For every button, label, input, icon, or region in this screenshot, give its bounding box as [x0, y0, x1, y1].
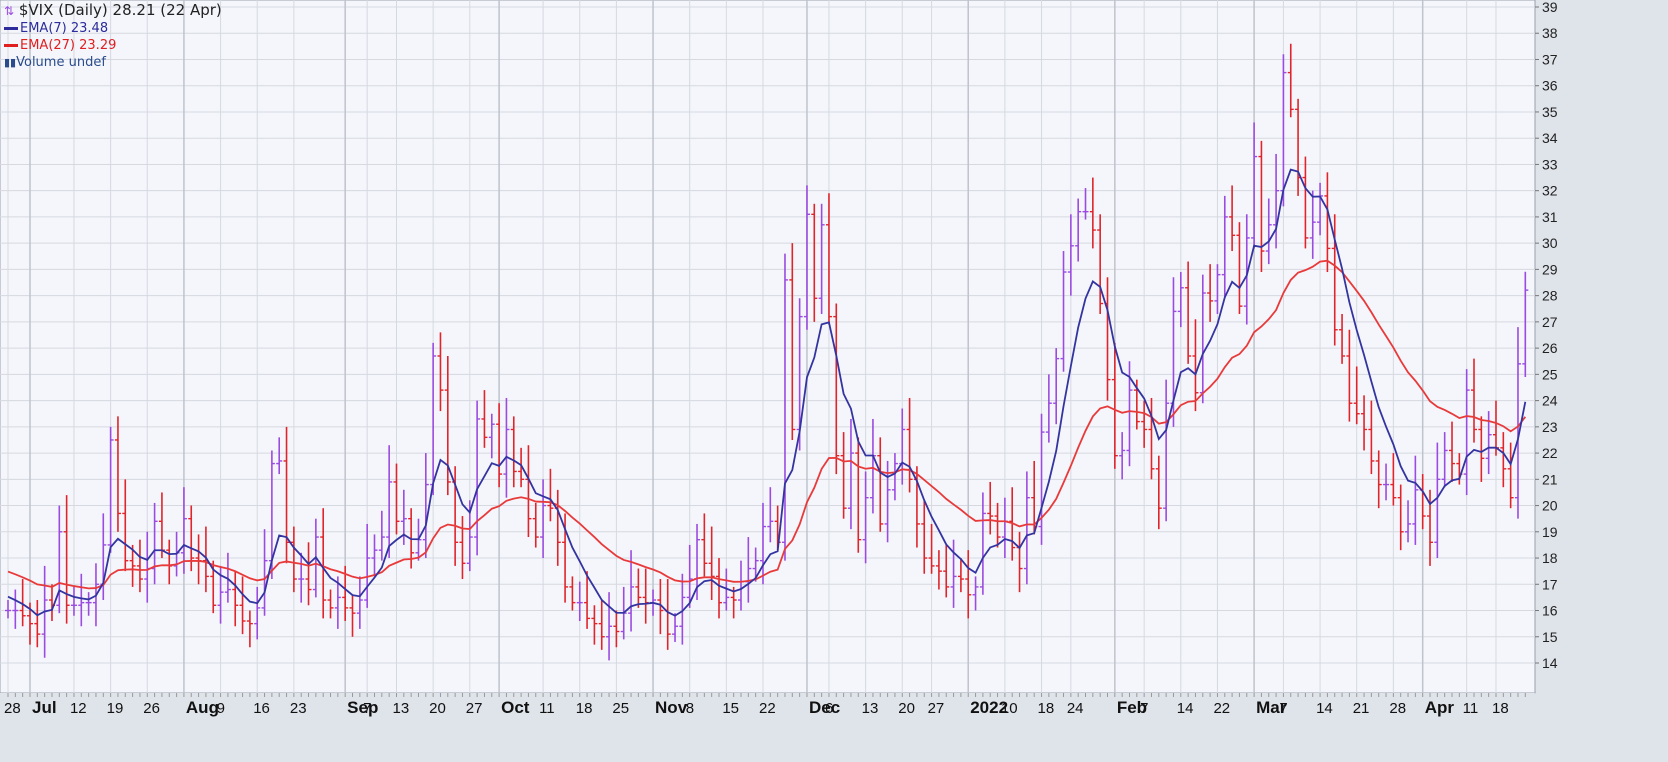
x-tick-label: 11	[539, 700, 555, 717]
x-tick-label: 24	[1067, 700, 1084, 717]
legend-ema27: EMA(27) 23.29	[4, 37, 222, 54]
y-tick-label: 25	[1542, 366, 1558, 382]
x-tick-label: 22	[1213, 700, 1230, 717]
x-tick-label: 26	[143, 700, 160, 717]
y-tick-label: 20	[1542, 498, 1558, 514]
y-tick-label: 18	[1542, 550, 1558, 566]
x-tick-label: 12	[70, 700, 87, 717]
x-tick-label: 16	[253, 700, 270, 717]
x-tick-label: 11	[1463, 700, 1479, 717]
x-tick-label: 27	[466, 700, 483, 717]
x-tick-label: 25	[612, 700, 629, 717]
x-tick-label: 22	[759, 700, 776, 717]
x-tick-label: 14	[1177, 700, 1194, 717]
x-tick-label: 9	[217, 700, 225, 717]
legend: ⇅ $VIX (Daily) 28.21 (22 Apr) EMA(7) 23.…	[4, 2, 222, 71]
y-tick-label: 34	[1542, 130, 1558, 146]
x-tick-label: 7	[1279, 700, 1287, 717]
x-tick-label: 6	[825, 700, 833, 717]
x-tick-label: 19	[107, 700, 124, 717]
legend-ema27-label: EMA(27) 23.29	[20, 38, 117, 53]
legend-ema7: EMA(7) 23.48	[4, 20, 222, 37]
x-tick-label: 15	[722, 700, 739, 717]
y-tick-label: 31	[1542, 209, 1558, 225]
legend-title: $VIX (Daily) 28.21 (22 Apr)	[18, 1, 222, 19]
y-tick-label: 35	[1542, 104, 1558, 120]
y-tick-label: 26	[1542, 340, 1558, 356]
y-tick-label: 19	[1542, 524, 1558, 540]
legend-title-row: ⇅ $VIX (Daily) 28.21 (22 Apr)	[4, 2, 222, 20]
x-tick-label: Aug	[186, 698, 219, 717]
vix-ohlc-chart: 14 15 16 17 18 19 20 21 22 23 24 25 26 27 28 29 30 31 32 33…	[0, 0, 1558, 762]
y-tick-label: 21	[1542, 471, 1558, 487]
y-tick-label: 28	[1542, 288, 1558, 304]
volume-icon: ▮▮	[4, 56, 17, 69]
x-tick-label: Oct	[501, 698, 530, 717]
x-tick-label: 18	[1038, 700, 1055, 717]
legend-volume: ▮▮Volume undef	[4, 54, 222, 71]
y-tick-label: 32	[1542, 183, 1558, 199]
x-tick-label: Apr	[1425, 698, 1455, 717]
x-tick-label: Jul	[32, 698, 57, 717]
y-tick-label: 33	[1542, 156, 1558, 172]
y-tick-label: 36	[1542, 78, 1558, 94]
y-tick-label: 22	[1542, 445, 1558, 461]
x-tick-label: 18	[576, 700, 593, 717]
y-tick-label: 23	[1542, 419, 1558, 435]
y-tick-label: 14	[1542, 655, 1558, 671]
x-tick-label: 7	[363, 700, 371, 717]
chart-container: 14 15 16 17 18 19 20 21 22 23 24 25 26 27 28 29 30 31 32 33…	[0, 0, 1668, 762]
y-tick-label: 39	[1542, 0, 1558, 15]
x-tick-label: 8	[686, 700, 694, 717]
legend-ema7-label: EMA(7) 23.48	[20, 21, 109, 36]
x-tick-label: 10	[1001, 700, 1018, 717]
x-tick-label: 18	[1492, 700, 1509, 717]
ohlc-icon: ⇅	[4, 4, 15, 18]
x-tick-label: 28	[4, 700, 21, 717]
x-tick-label: 13	[392, 700, 409, 717]
x-tick-label: 7	[1140, 700, 1148, 717]
x-tick-label: Nov	[655, 698, 688, 717]
y-tick-label: 30	[1542, 235, 1558, 251]
x-tick-label: 14	[1316, 700, 1333, 717]
y-tick-label: 29	[1542, 261, 1558, 277]
y-tick-label: 15	[1542, 629, 1558, 645]
x-tick-label: 21	[1353, 700, 1370, 717]
legend-volume-label: Volume undef	[16, 55, 106, 70]
x-tick-label: 20	[898, 700, 915, 717]
y-tick-label: 17	[1542, 576, 1558, 592]
y-tick-label: 27	[1542, 314, 1558, 330]
x-tick-label: 27	[928, 700, 945, 717]
y-tick-label: 24	[1542, 393, 1558, 409]
x-tick-label: 23	[290, 700, 307, 717]
y-tick-label: 37	[1542, 51, 1558, 67]
y-tick-label: 38	[1542, 25, 1558, 41]
x-tick-label: 28	[1389, 700, 1406, 717]
x-tick-label: 20	[429, 700, 446, 717]
y-tick-label: 16	[1542, 603, 1558, 619]
x-tick-label: 13	[862, 700, 879, 717]
